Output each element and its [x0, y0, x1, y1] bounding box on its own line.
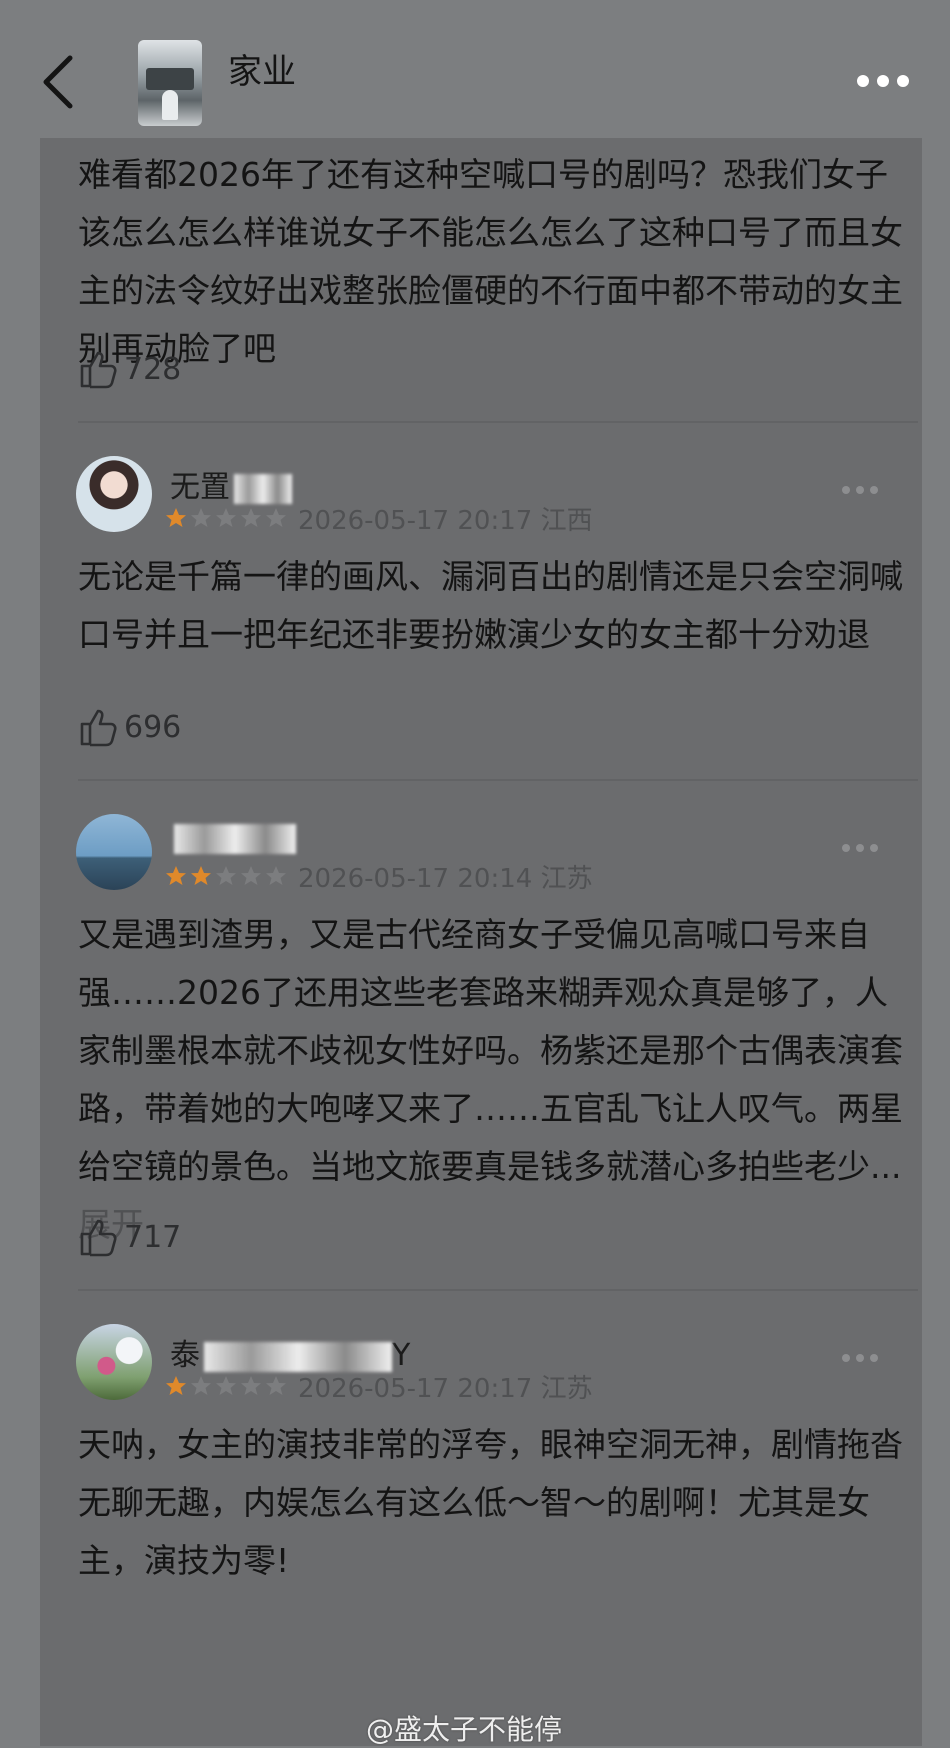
page-title: 家业	[228, 52, 296, 92]
review-date: 2026-05-17 20:17	[298, 506, 533, 536]
top-bar: 家业	[0, 0, 950, 140]
username[interactable]	[170, 820, 296, 855]
star-empty-icon	[191, 1376, 211, 1395]
divider	[78, 779, 918, 781]
review-date: 2026-05-17 20:14	[298, 864, 533, 894]
star-empty-icon	[216, 866, 236, 885]
thumbs-up-icon	[80, 709, 117, 747]
star-empty-icon	[241, 508, 261, 527]
star-rating	[164, 1374, 288, 1398]
like-button[interactable]: 717	[78, 1216, 181, 1258]
more-options-icon[interactable]	[840, 842, 880, 854]
star-empty-icon	[191, 508, 211, 527]
star-filled-icon	[166, 1376, 186, 1395]
review-meta: 2026-05-17 20:17 江苏	[298, 1368, 593, 1405]
avatar[interactable]	[76, 1324, 152, 1400]
like-count: 696	[124, 709, 182, 745]
star-empty-icon	[266, 508, 286, 527]
like-button[interactable]: 728	[78, 348, 181, 390]
star-rating	[164, 864, 288, 888]
review-location: 江西	[540, 506, 593, 536]
review-list: 难看都2026年了还有这种空喊口号的剧吗？恐我们女子该怎么怎么样谁说女子不能怎么…	[40, 138, 922, 1746]
like-count: 728	[124, 351, 182, 387]
blurred-username	[174, 823, 296, 854]
divider	[78, 421, 918, 423]
divider	[78, 1289, 918, 1291]
more-options-icon[interactable]	[840, 1352, 880, 1364]
star-filled-icon	[191, 866, 211, 885]
review-location: 江苏	[540, 1374, 593, 1404]
username[interactable]: 无置	[170, 462, 292, 506]
review-meta: 2026-05-17 20:14 江苏	[298, 858, 593, 895]
blurred-username	[204, 1341, 392, 1372]
avatar[interactable]	[76, 814, 152, 890]
watermark: @盛太子不能停	[366, 1713, 563, 1746]
review-location: 江苏	[540, 864, 593, 894]
review-text: 无论是千篇一律的画风、漏洞百出的剧情还是只会空洞喊口号并且一把年纪还非要扮嫩演少…	[78, 557, 903, 654]
show-thumbnail[interactable]	[138, 40, 202, 126]
review-meta: 2026-05-17 20:17 江西	[298, 500, 593, 537]
blurred-username	[234, 473, 292, 504]
avatar[interactable]	[76, 456, 152, 532]
star-empty-icon	[266, 866, 286, 885]
more-options-icon[interactable]	[840, 484, 880, 496]
star-empty-icon	[241, 866, 261, 885]
star-empty-icon	[216, 508, 236, 527]
thumbs-up-icon	[80, 1219, 117, 1257]
star-filled-icon	[166, 508, 186, 527]
thumbs-up-icon	[80, 351, 117, 389]
star-rating	[164, 506, 288, 530]
more-horizontal-icon[interactable]	[855, 72, 911, 90]
star-empty-icon	[216, 1376, 236, 1395]
like-button[interactable]: 696	[78, 706, 181, 748]
review-text: 又是遇到渣男，又是古代经商女子受偏见高喊口号来自强……2026了还用这些老套路来…	[78, 915, 903, 1244]
review-text: 天呐，女主的演技非常的浮夸，眼神空洞无神，剧情拖沓无聊无趣，内娱怎么有这么低～智…	[78, 1425, 903, 1580]
review-date: 2026-05-17 20:17	[298, 1374, 533, 1404]
review-text: 难看都2026年了还有这种空喊口号的剧吗？恐我们女子该怎么怎么样谁说女子不能怎么…	[78, 155, 903, 368]
chevron-left-icon[interactable]	[38, 52, 78, 112]
like-count: 717	[124, 1219, 182, 1255]
star-empty-icon	[266, 1376, 286, 1395]
star-filled-icon	[166, 866, 186, 885]
star-empty-icon	[241, 1376, 261, 1395]
